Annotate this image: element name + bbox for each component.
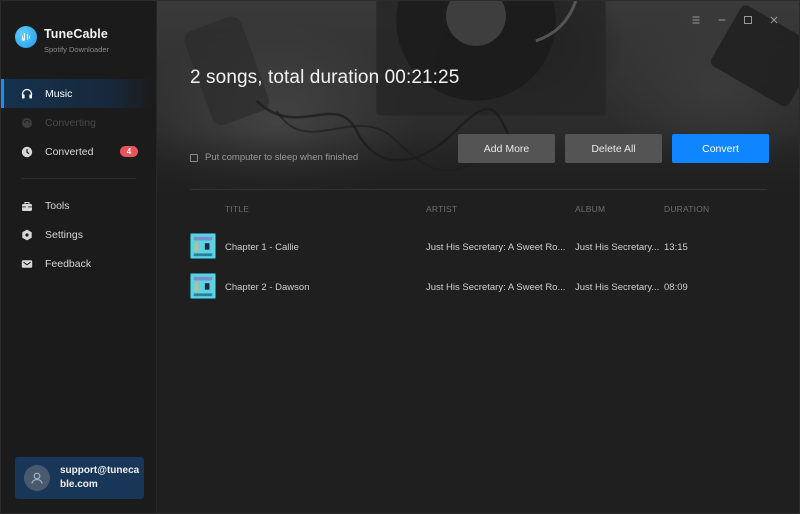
songs-summary: 2 songs, total duration 00:21:25 [190, 67, 460, 88]
avatar [24, 465, 50, 491]
sidebar-item-label: Converting [45, 116, 96, 129]
clock-icon [21, 146, 33, 158]
table-header: TITLE ARTIST ALBUM DURATION [190, 199, 767, 219]
user-icon [31, 472, 43, 484]
main-panel: 2 songs, total duration 00:21:25 Put com… [157, 1, 799, 513]
album-cover-thumbnail [190, 233, 216, 259]
app-window: TuneCable Spotify Downloader Music Conve… [0, 0, 800, 514]
window-controls [683, 11, 787, 29]
album-cover-thumbnail [190, 273, 216, 299]
sidebar-item-label: Feedback [45, 257, 92, 270]
sidebar-nav-secondary: Tools Settings Feedback [1, 191, 156, 278]
song-album: Just His Secretary... [575, 242, 659, 253]
minimize-icon [718, 19, 726, 21]
gear-icon [21, 229, 33, 241]
menu-button[interactable] [683, 11, 709, 29]
sidebar-item-label: Settings [45, 228, 83, 241]
header-separator [190, 189, 767, 190]
sleep-checkbox[interactable] [190, 153, 198, 162]
sidebar-nav: Music Converting Converted 4 [1, 79, 156, 166]
add-more-button[interactable]: Add More [458, 134, 555, 163]
song-artist: Just His Secretary: A Sweet Ro... [426, 282, 566, 293]
sleep-when-finished-option[interactable]: Put computer to sleep when finished [190, 152, 358, 163]
sidebar-item-converting: Converting [1, 108, 156, 137]
close-icon [770, 16, 778, 24]
account-card[interactable]: support@tunecable.com [15, 457, 144, 499]
converted-count-badge: 4 [120, 146, 138, 157]
maximize-icon [744, 16, 752, 24]
headphones-icon [21, 88, 33, 100]
convert-button[interactable]: Convert [672, 134, 769, 163]
minimize-button[interactable] [709, 11, 735, 29]
sidebar-item-label: Music [45, 87, 73, 100]
maximize-button[interactable] [735, 11, 761, 29]
sidebar: TuneCable Spotify Downloader Music Conve… [1, 1, 157, 513]
tunecable-logo-icon [15, 26, 37, 48]
sleep-option-label: Put computer to sleep when finished [205, 152, 359, 163]
brand: TuneCable Spotify Downloader [1, 1, 156, 61]
sidebar-item-tools[interactable]: Tools [1, 191, 156, 220]
song-table: TITLE ARTIST ALBUM DURATION Chapter 1 - … [190, 199, 767, 299]
sidebar-item-feedback[interactable]: Feedback [1, 249, 156, 278]
close-button[interactable] [761, 11, 787, 29]
column-header-album[interactable]: ALBUM [575, 204, 605, 214]
column-header-duration[interactable]: DURATION [664, 204, 709, 214]
mail-icon [21, 258, 33, 270]
sidebar-divider [21, 178, 136, 179]
column-header-artist[interactable]: ARTIST [426, 204, 457, 214]
sidebar-item-label: Tools [45, 199, 70, 212]
sidebar-item-converted[interactable]: Converted 4 [1, 137, 156, 166]
song-album: Just His Secretary... [575, 282, 659, 293]
sidebar-item-music[interactable]: Music [1, 79, 156, 108]
app-name: TuneCable [44, 26, 108, 41]
sidebar-item-label: Converted [45, 145, 94, 158]
song-duration: 08:09 [664, 282, 688, 293]
column-header-title[interactable]: TITLE [225, 204, 249, 214]
song-title: Chapter 2 - Dawson [225, 282, 310, 293]
menu-icon [692, 16, 700, 24]
song-title: Chapter 1 - Callie [225, 242, 299, 253]
account-email: support@tunecable.com [60, 465, 140, 490]
table-row[interactable]: Chapter 2 - Dawson Just His Secretary: A… [190, 259, 767, 299]
delete-all-button[interactable]: Delete All [565, 134, 662, 163]
sidebar-item-settings[interactable]: Settings [1, 220, 156, 249]
song-artist: Just His Secretary: A Sweet Ro... [426, 242, 566, 253]
toolbox-icon [21, 200, 33, 212]
converting-icon [21, 117, 33, 129]
app-subtitle: Spotify Downloader [44, 44, 110, 54]
table-row[interactable]: Chapter 1 - Callie Just His Secretary: A… [190, 219, 767, 259]
song-duration: 13:15 [664, 242, 688, 253]
